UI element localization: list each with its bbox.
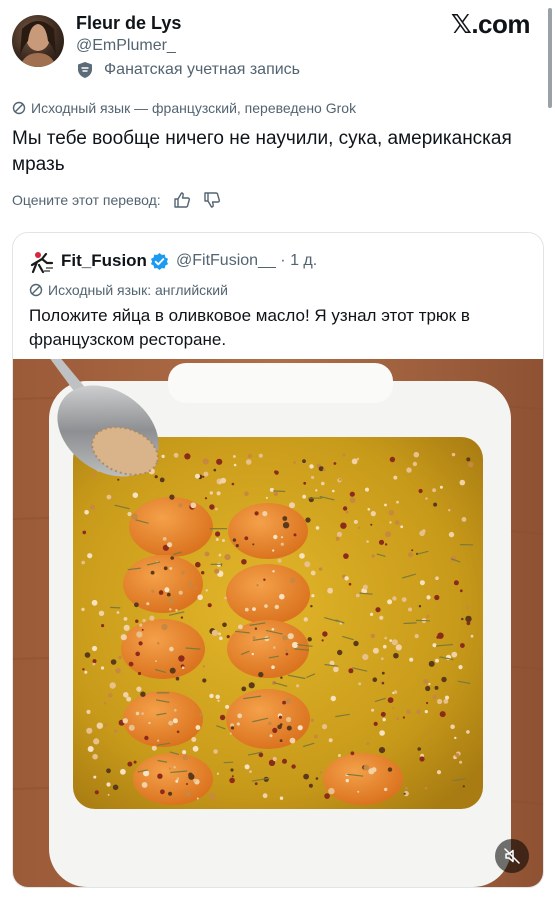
tweet-text: Мы тебе вообще ничего не научили, сука, … — [12, 128, 512, 175]
quoted-time[interactable]: · 1 д. — [280, 252, 317, 269]
muted-speaker-icon — [504, 848, 520, 864]
quoted-handle[interactable]: @FitFusion__ — [176, 252, 276, 269]
quoted-tweet-text: Положите яйца в оливковое масло! Я узнал… — [29, 306, 470, 349]
account-label-row: Фанатская учетная запись — [76, 61, 300, 79]
mute-button[interactable] — [495, 839, 529, 873]
brand-logo-text: .com — [471, 9, 530, 39]
rate-prompt: Оцените этот перевод: — [12, 192, 161, 208]
original-language-text: Исходный язык: английский — [48, 282, 228, 298]
brand-logo: 𝕏.com — [450, 9, 531, 40]
quoted-author-avatar[interactable] — [29, 248, 55, 274]
baking-dish-image — [13, 349, 543, 887]
scrollbar[interactable] — [548, 8, 552, 108]
thumbs-up-icon[interactable] — [173, 191, 191, 209]
author-display-name[interactable]: Fleur de Lys — [76, 13, 181, 34]
rate-translation-row: Оцените этот перевод: — [12, 191, 221, 209]
fan-shield-icon — [78, 62, 92, 78]
author-handle[interactable]: @EmPlumer_ — [76, 37, 176, 55]
account-label: Фанатская учетная запись — [104, 61, 300, 78]
translation-note: Исходный язык — французский, переведено … — [12, 100, 356, 116]
thumbs-down-icon[interactable] — [203, 191, 221, 209]
translation-note-text: Исходный язык — французский, переведено … — [31, 100, 357, 116]
verified-badge-icon — [150, 252, 169, 271]
author-avatar[interactable] — [12, 15, 64, 67]
original-language-note: Исходный язык: английский — [29, 282, 228, 298]
quoted-video[interactable] — [13, 349, 543, 887]
translate-icon — [12, 101, 26, 115]
x-logo-icon: 𝕏 — [450, 10, 472, 40]
translate-icon — [29, 283, 43, 297]
quoted-display-name[interactable]: Fit_Fusion — [61, 251, 147, 271]
quoted-tweet-card[interactable]: Fit_Fusion @FitFusion__ · 1 д. Исходный … — [12, 232, 544, 888]
quoted-handle-and-time: @FitFusion__ · 1 д. — [176, 252, 317, 270]
